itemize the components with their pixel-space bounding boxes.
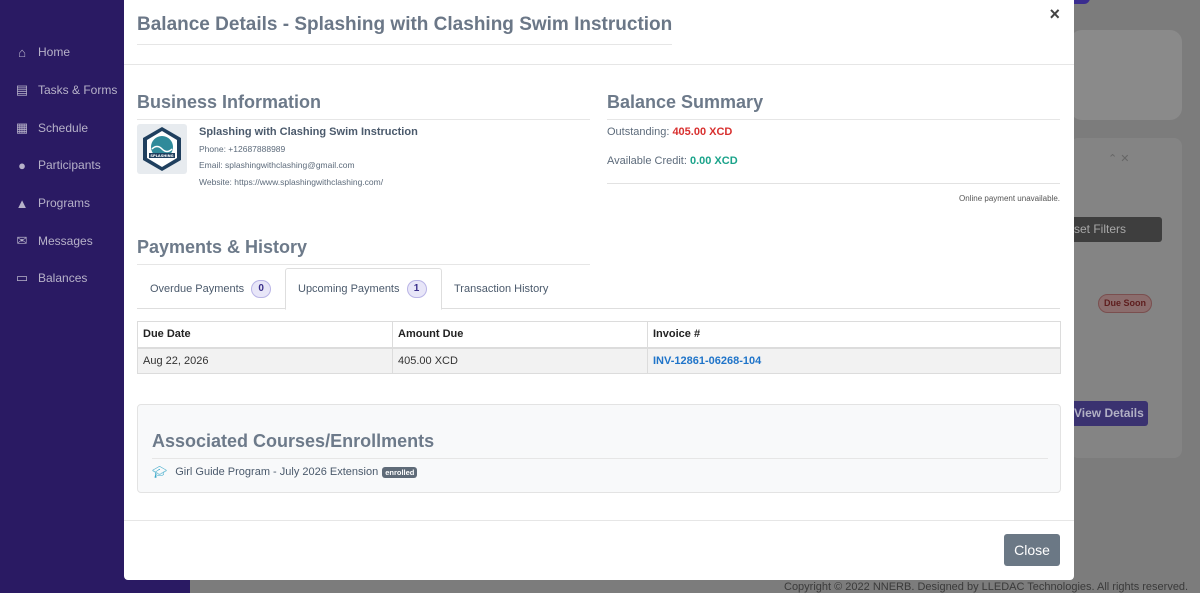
sidebar-item-label: Home: [38, 45, 71, 59]
business-email: Email: splashingwithclashing@gmail.com: [199, 160, 355, 170]
table-row: Aug 22, 2026 405.00 XCD INV-12861-06268-…: [137, 347, 1061, 374]
sidebar-item-label: Balances: [38, 271, 88, 285]
business-name: Splashing with Clashing Swim Instruction: [199, 126, 418, 138]
outstanding-row: Outstanding: 405.00 XCD: [607, 126, 732, 138]
business-logo: SPLASHING: [137, 124, 187, 174]
business-logo-icon: SPLASHING: [143, 127, 181, 171]
business-phone: Phone: +12687888989: [199, 144, 286, 154]
background-card: [1070, 30, 1182, 120]
graduation-cap-icon: ▲: [15, 195, 29, 211]
business-information-heading: Business Information: [137, 92, 590, 120]
available-credit-row: Available Credit: 0.00 XCD: [607, 155, 738, 167]
invoice-link[interactable]: INV-12861-06268-104: [653, 355, 761, 367]
status-badge: Due Soon: [1098, 294, 1152, 313]
due-date-cell: Aug 22, 2026: [137, 347, 393, 374]
close-button[interactable]: Close: [1004, 534, 1060, 566]
envelope-icon: ✉: [16, 233, 28, 248]
balance-details-modal: Balance Details - Splashing with Clashin…: [124, 0, 1074, 580]
modal-header: Balance Details - Splashing with Clashin…: [124, 0, 1074, 65]
column-header: Due Date: [137, 321, 393, 349]
sidebar-item-tasks[interactable]: ▤ Tasks & Forms: [14, 82, 118, 97]
associated-courses-heading: Associated Courses/Enrollments: [152, 431, 1048, 459]
view-details-button[interactable]: View Details: [1068, 401, 1148, 426]
table-header-row: Due Date Amount Due Invoice #: [137, 321, 1061, 349]
sidebar-item-label: Tasks & Forms: [38, 83, 118, 97]
home-icon: ⌂: [18, 44, 26, 60]
count-badge: 0: [251, 279, 272, 298]
payments-history-heading: Payments & History: [137, 237, 590, 265]
tab-transaction-history[interactable]: Transaction History: [454, 268, 548, 309]
reset-filters-button[interactable]: set Filters: [1066, 217, 1162, 242]
sidebar-item-label: Programs: [38, 196, 91, 210]
sidebar-item-label: Schedule: [38, 121, 89, 135]
amount-cell: 405.00 XCD: [392, 347, 648, 374]
clipboard-icon: ▤: [15, 82, 29, 97]
list-item: 🎓︎ Girl Guide Program - July 2026 Extens…: [152, 465, 418, 479]
sidebar-item-schedule[interactable]: ▦ Schedule: [14, 120, 89, 135]
associated-courses-panel: Associated Courses/Enrollments 🎓︎ Girl G…: [137, 404, 1061, 493]
sidebar-item-label: Messages: [38, 234, 93, 248]
online-payment-note: Online payment unavailable.: [959, 194, 1060, 203]
sidebar-item-label: Participants: [38, 158, 101, 172]
tab-label: Transaction History: [454, 282, 549, 295]
status-badge: enrolled: [382, 466, 418, 478]
collapse-icon[interactable]: ⌃ ✕: [1108, 152, 1130, 165]
tab-overdue-payments[interactable]: Overdue Payments 0: [150, 268, 272, 309]
column-header: Invoice #: [647, 321, 1061, 349]
upcoming-payments-table: Due Date Amount Due Invoice # Aug 22, 20…: [137, 321, 1061, 374]
invoice-cell: INV-12861-06268-104: [647, 347, 1061, 374]
outstanding-label: Outstanding:: [607, 126, 670, 138]
sidebar-item-messages[interactable]: ✉ Messages: [14, 233, 93, 248]
sidebar-item-programs[interactable]: ▲ Programs: [14, 195, 91, 211]
graduation-cap-icon: 🎓︎: [152, 465, 168, 479]
balance-summary-heading: Balance Summary: [607, 92, 1060, 120]
credit-value: 0.00 XCD: [689, 155, 738, 167]
users-icon: ●: [18, 157, 26, 173]
business-website: Website: https://www.splashingwithclashi…: [199, 177, 384, 187]
tab-label: Overdue Payments: [150, 282, 245, 295]
tab-label: Upcoming Payments: [298, 283, 400, 295]
logo-text: SPLASHING: [150, 154, 173, 158]
modal-footer: Close: [124, 520, 1074, 580]
credit-card-icon: ▭: [15, 270, 29, 285]
course-name: Girl Guide Program - July 2026 Extension: [175, 466, 379, 478]
divider: [607, 183, 1060, 184]
outstanding-value: 405.00 XCD: [672, 126, 733, 138]
sidebar-item-home[interactable]: ⌂ Home: [14, 44, 71, 60]
modal-title: Balance Details - Splashing with Clashin…: [137, 14, 673, 45]
credit-label: Available Credit:: [607, 155, 687, 167]
tab-upcoming-payments[interactable]: Upcoming Payments 1: [285, 268, 442, 310]
count-badge: 1: [406, 280, 427, 298]
calendar-icon: ▦: [15, 120, 29, 135]
close-icon[interactable]: ×: [1049, 4, 1060, 25]
sidebar-item-participants[interactable]: ● Participants: [14, 157, 101, 173]
column-header: Amount Due: [392, 321, 648, 349]
payment-tabs: Overdue Payments 0 Upcoming Payments 1 T…: [137, 268, 1060, 310]
copyright-text: Copyright © 2022 NNERB. Designed by LLED…: [784, 581, 1189, 593]
sidebar-item-balances[interactable]: ▭ Balances: [14, 270, 88, 285]
